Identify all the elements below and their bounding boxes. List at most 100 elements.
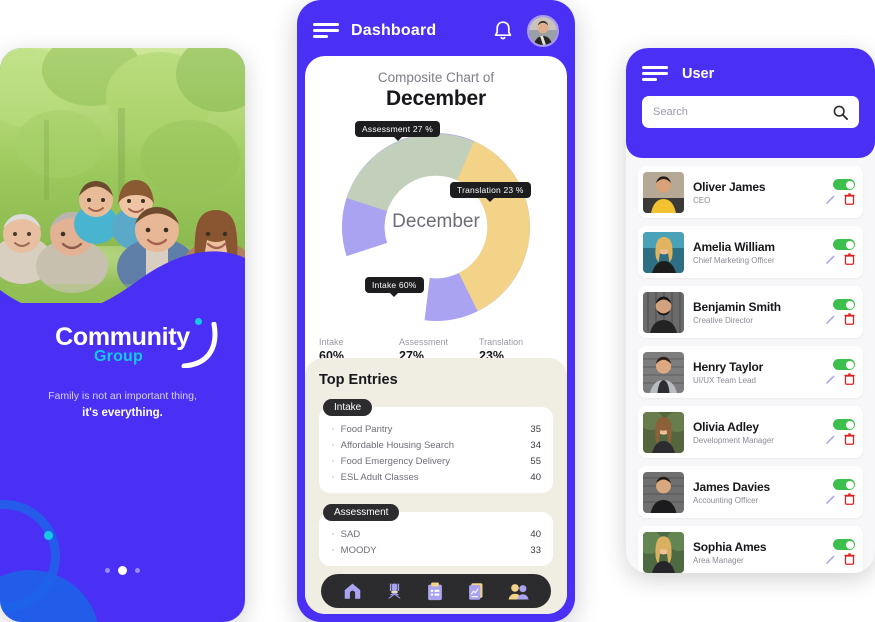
pencil-edit-icon[interactable] [825,494,836,505]
user-name: Benjamin Smith [693,299,781,314]
trash-delete-icon[interactable] [844,493,855,505]
status-toggle[interactable] [833,479,855,490]
bullet-icon: · [331,527,335,540]
status-toggle[interactable] [833,179,855,190]
status-toggle[interactable] [833,419,855,430]
entry-value: 40 [530,528,541,540]
page-dot-3[interactable] [135,568,140,573]
trash-delete-icon[interactable] [844,373,855,385]
table-row[interactable]: Olivia Adley Development Manager [638,406,863,458]
user-role: Creative Director [693,315,754,325]
list-item[interactable]: · SAD 40 [331,526,541,542]
page-title: User [682,66,715,82]
entry-name: ESL Adult Classes [340,471,419,483]
status-toggle[interactable] [833,299,855,310]
pencil-edit-icon[interactable] [825,194,836,205]
entry-name: SAD [340,528,361,540]
avatar [643,411,684,453]
row-actions [825,239,855,265]
list-item[interactable]: · Food Pantry 35 [331,421,541,437]
search-icon[interactable] [833,105,848,120]
avatar [643,531,684,573]
page-dot-2[interactable] [118,566,127,575]
users-group-icon[interactable] [508,583,529,600]
entry-name: MOODY [340,544,377,556]
group-chip: Intake [323,399,373,416]
avatar [643,471,684,513]
user-role: Accounting Officer [693,495,759,505]
row-actions [825,539,855,565]
entry-value: 55 [530,455,541,467]
table-row[interactable]: Amelia William Chief Marketing Officer [638,226,863,278]
user-info: Henry Taylor UI/UX Team Lead [693,360,825,385]
dashboard-header: Dashboard [297,0,575,62]
tagline-line-2: it's everything. [82,406,163,419]
pencil-edit-icon[interactable] [825,314,836,325]
pagination-dots[interactable] [0,566,245,575]
user-list-phone: User Oliver James CEO [626,48,875,573]
row-actions [825,359,855,385]
entry-value: 34 [530,439,541,451]
dashboard-phone: Dashboard Composite Chart of December As… [297,0,575,622]
search-bar[interactable] [642,96,859,128]
entry-name: Food Pantry [340,423,393,435]
table-row[interactable]: Henry Taylor UI/UX Team Lead [638,346,863,398]
trash-delete-icon[interactable] [844,433,855,445]
user-name: Oliver James [693,179,766,194]
list-item[interactable]: · Affordable Housing Search 34 [331,437,541,453]
user-list[interactable]: Oliver James CEO Amelia William Chief Ma… [626,166,875,573]
tooltip-intake: Intake 60% [365,277,424,297]
microscope-icon[interactable] [386,582,403,600]
table-row[interactable]: Oliver James CEO [638,166,863,218]
list-item[interactable]: · Food Emergency Delivery 55 [331,453,541,469]
entry-name: Affordable Housing Search [340,439,455,451]
clipboard-list-icon[interactable] [427,582,443,601]
user-info: Olivia Adley Development Manager [693,420,825,445]
logo-primary-text: Community [55,323,190,351]
avatar[interactable] [527,15,559,47]
dashboard-content: Composite Chart of December Assessment 2… [305,56,567,614]
bullet-icon: · [331,470,335,483]
pencil-edit-icon[interactable] [825,374,836,385]
hamburger-menu-icon[interactable] [642,66,668,82]
pencil-edit-icon[interactable] [825,254,836,265]
report-chart-icon[interactable] [468,582,484,601]
status-toggle[interactable] [833,359,855,370]
decorative-dot [44,531,53,540]
chart-subtitle: Composite Chart of [377,70,495,85]
trash-delete-icon[interactable] [844,193,855,205]
group-card: · Food Pantry 35 · Affordable Housing Se… [319,407,553,493]
brand-logo: Community Group [0,318,245,368]
table-row[interactable]: Benjamin Smith Creative Director [638,286,863,338]
pencil-edit-icon[interactable] [825,434,836,445]
user-info: James Davies Accounting Officer [693,480,825,505]
status-toggle[interactable] [833,539,855,550]
splash-screen-phone: Community Group Family is not an importa… [0,48,245,622]
search-input[interactable] [653,106,833,118]
user-info: Oliver James CEO [693,180,825,205]
trash-delete-icon[interactable] [844,313,855,325]
tagline-line-1: Family is not an important thing, [48,390,197,402]
user-role: Development Manager [693,435,774,445]
trash-delete-icon[interactable] [844,553,855,565]
pencil-edit-icon[interactable] [825,554,836,565]
row-actions [825,299,855,325]
page-dot-1[interactable] [105,568,110,573]
status-toggle[interactable] [833,239,855,250]
table-row[interactable]: Sophia Ames Area Manager [638,526,863,573]
trash-delete-icon[interactable] [844,253,855,265]
user-info: Sophia Ames Area Manager [693,540,825,565]
user-role: Chief Marketing Officer [693,255,775,265]
hamburger-menu-icon[interactable] [313,23,339,39]
user-name: Sophia Ames [693,539,767,554]
home-icon[interactable] [343,582,362,600]
chart-title: December [386,87,486,110]
entry-value: 40 [530,471,541,483]
list-item[interactable]: · MOODY 33 [331,542,541,558]
bullet-icon: · [331,454,335,467]
notification-bell-icon[interactable] [493,20,513,42]
avatar [643,351,684,393]
table-row[interactable]: James Davies Accounting Officer [638,466,863,518]
list-item[interactable]: · ESL Adult Classes 40 [331,469,541,485]
stat-label: Intake [319,337,344,347]
